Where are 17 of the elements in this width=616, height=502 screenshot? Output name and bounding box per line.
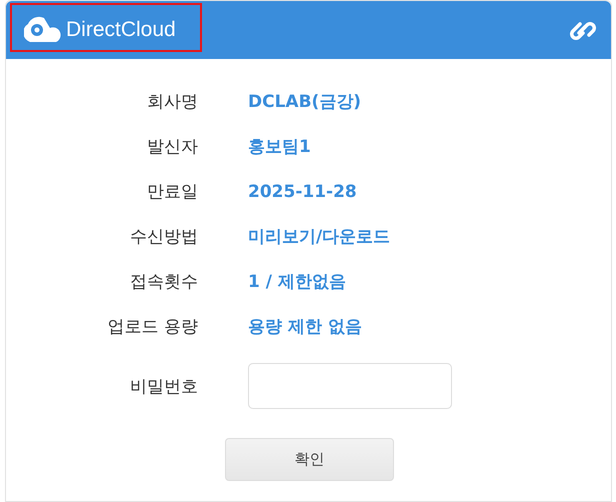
field-value: 미리보기/다운로드 xyxy=(248,226,390,248)
logo-text: DirectCloud xyxy=(66,18,176,42)
password-field[interactable] xyxy=(248,363,452,409)
field-label: 회사명 xyxy=(146,91,198,113)
cloud-logo-icon xyxy=(24,16,62,44)
field-value: 홍보팀1 xyxy=(248,136,311,158)
confirm-button[interactable]: 확인 xyxy=(225,438,394,481)
field-value: 1 / 제한없음 xyxy=(248,271,346,293)
field-value: DCLAB(금강) xyxy=(248,91,362,113)
field-label: 만료일 xyxy=(146,181,198,203)
field-label: 발신자 xyxy=(146,136,198,158)
field-label: 수신방법 xyxy=(129,226,198,248)
field-label: 비밀번호 xyxy=(129,376,198,398)
field-value: 용량 제한 없음 xyxy=(248,316,362,338)
field-value: 2025-11-28 xyxy=(248,182,357,202)
field-label: 접속횟수 xyxy=(129,271,198,293)
field-label: 업로드 용량 xyxy=(106,316,198,338)
